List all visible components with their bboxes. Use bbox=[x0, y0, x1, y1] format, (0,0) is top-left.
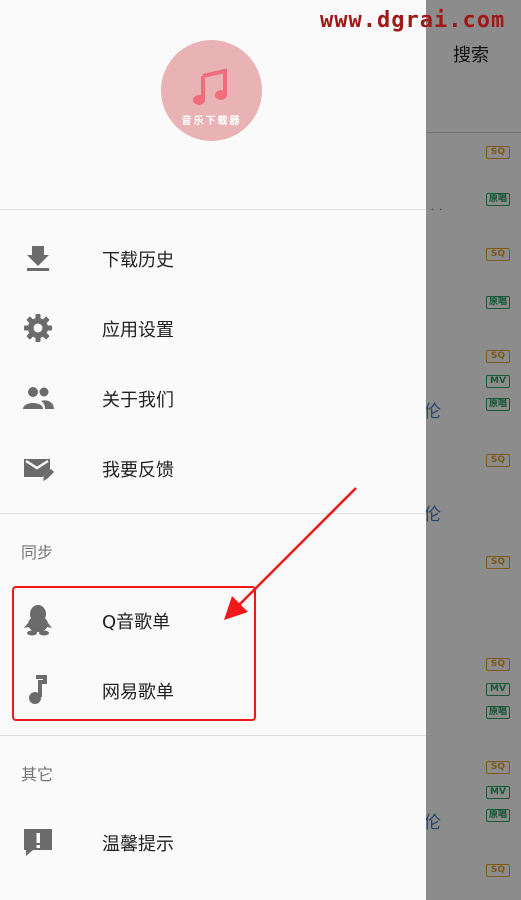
watermark: www.dgrai.com bbox=[320, 8, 506, 33]
annotation-arrow bbox=[224, 487, 357, 620]
